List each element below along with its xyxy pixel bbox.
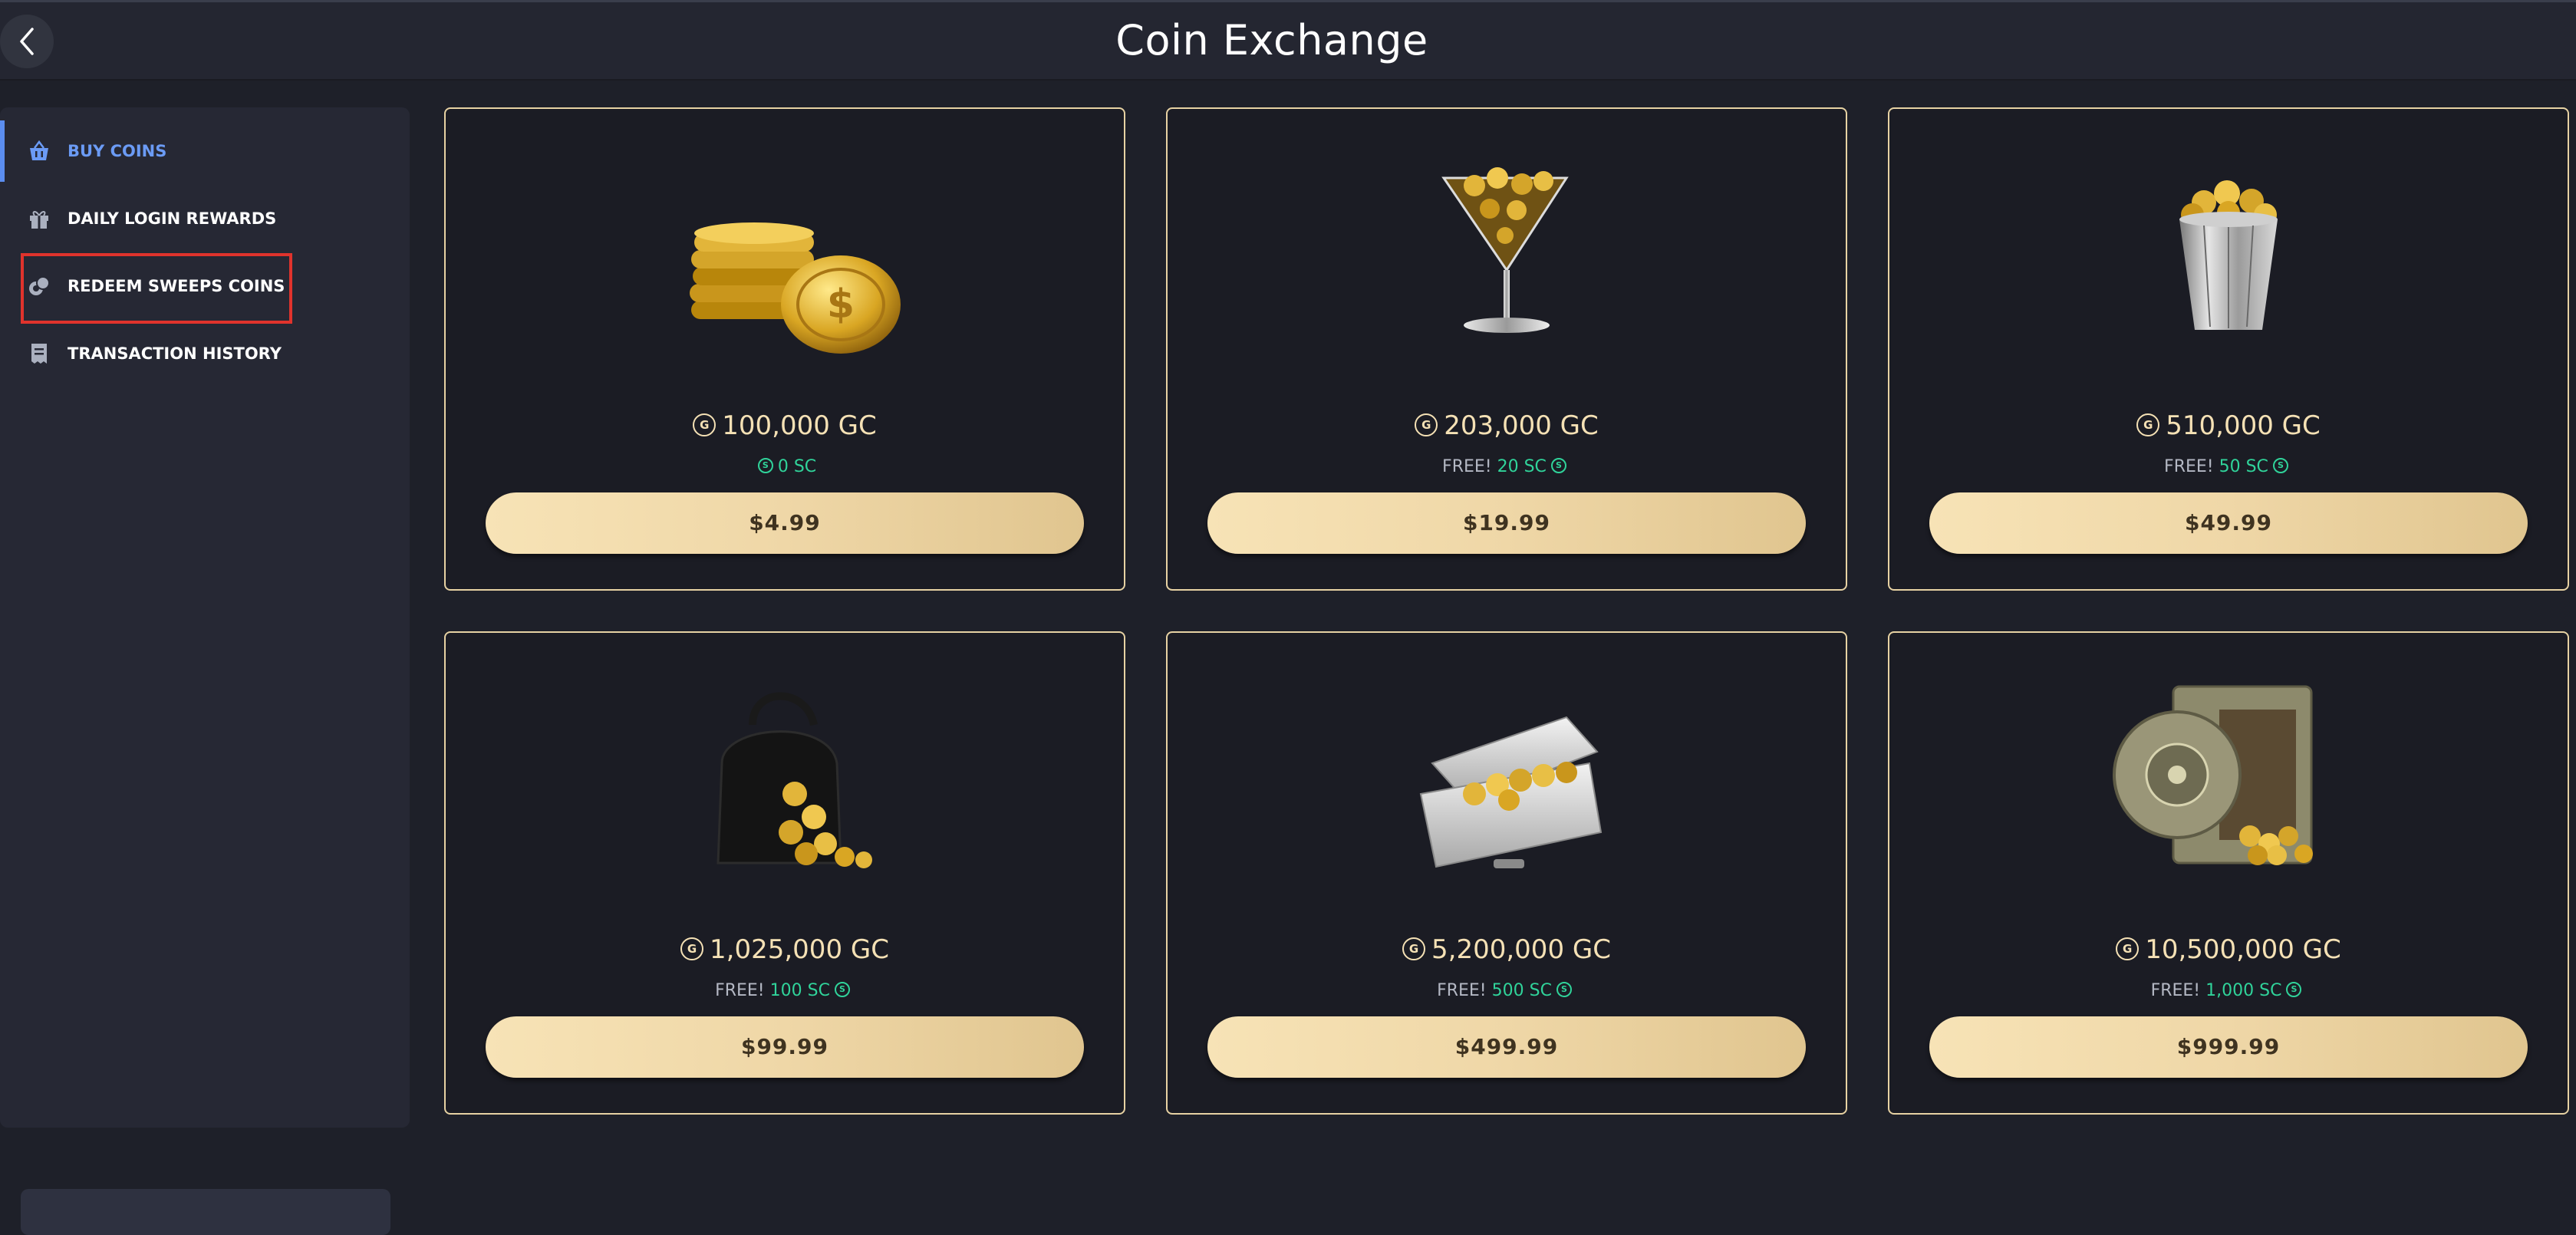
sweeps-coin-icon: S bbox=[1556, 982, 1572, 997]
buy-price-button[interactable]: $19.99 bbox=[1207, 492, 1806, 554]
page-title: Coin Exchange bbox=[1115, 16, 1428, 64]
basket-icon bbox=[30, 140, 48, 160]
sidebar-item-daily-login-rewards[interactable]: DAILY LOGIN REWARDS bbox=[0, 188, 410, 249]
sweeps-bonus-value: 100 SC bbox=[769, 981, 830, 1000]
svg-text:$: $ bbox=[827, 282, 855, 328]
coin-amount-value: 5,200,000 GC bbox=[1431, 934, 1611, 965]
coin-amount-value: 203,000 GC bbox=[1444, 410, 1599, 441]
sweeps-coin-icon: S bbox=[834, 982, 850, 997]
gold-coin-icon: G bbox=[680, 937, 704, 960]
sweeps-bonus-value: 50 SC bbox=[2219, 457, 2268, 476]
sweeps-coin-icon: S bbox=[2272, 458, 2288, 473]
sidebar-item-redeem-sweeps-coins[interactable]: REDEEM SWEEPS COINS bbox=[0, 255, 410, 317]
gift-icon bbox=[30, 211, 48, 229]
buy-price-button[interactable]: $99.99 bbox=[486, 1016, 1084, 1078]
free-label: FREE! bbox=[1437, 981, 1487, 1000]
free-label: FREE! bbox=[2164, 457, 2214, 476]
buy-price-button[interactable]: $499.99 bbox=[1207, 1016, 1806, 1078]
coin-amount: G 203,000 GC bbox=[1168, 410, 1846, 441]
package-card[interactable]: G 10,500,000 GC FREE! 1,000 SC S $999.99 bbox=[1888, 631, 2569, 1115]
gold-coin-icon: G bbox=[1415, 413, 1438, 436]
header-bar: Coin Exchange bbox=[0, 2, 2576, 81]
sweeps-bonus: FREE! 500 SC S bbox=[1168, 981, 1846, 1000]
coin-amount-value: 100,000 GC bbox=[722, 410, 877, 441]
sweeps-bonus-value: 1,000 SC bbox=[2205, 981, 2282, 1000]
sidebar-item-label: DAILY LOGIN REWARDS bbox=[68, 209, 277, 228]
buy-price-button[interactable]: $4.99 bbox=[486, 492, 1084, 554]
sweeps-coin-icon: S bbox=[757, 458, 773, 473]
coin-amount: G 5,200,000 GC bbox=[1168, 934, 1846, 965]
gold-coin-icon: G bbox=[693, 413, 716, 436]
sidebar-footer-panel bbox=[21, 1189, 390, 1235]
package-card[interactable]: $ G 100,000 GC S 0 SC $4.99 bbox=[444, 107, 1125, 591]
sweeps-coin-icon: S bbox=[2286, 982, 2302, 997]
package-card[interactable]: G 1,025,000 GC FREE! 100 SC S $99.99 bbox=[444, 631, 1125, 1115]
package-card[interactable]: G 203,000 GC FREE! 20 SC S $19.99 bbox=[1166, 107, 1847, 591]
sweeps-bonus-value: 0 SC bbox=[777, 457, 817, 476]
sidebar-item-label: BUY COINS bbox=[68, 142, 167, 160]
gold-coin-icon: G bbox=[2136, 413, 2160, 436]
package-card[interactable]: G 5,200,000 GC FREE! 500 SC S $499.99 bbox=[1166, 631, 1847, 1115]
sweeps-bonus: FREE! 20 SC S bbox=[1168, 457, 1846, 476]
coin-amount: G 1,025,000 GC bbox=[446, 934, 1124, 965]
buy-price-button[interactable]: $999.99 bbox=[1929, 1016, 2528, 1078]
sweeps-bonus: FREE! 100 SC S bbox=[446, 981, 1124, 1000]
sidebar-item-buy-coins[interactable]: BUY COINS bbox=[0, 120, 410, 182]
free-label: FREE! bbox=[1442, 457, 1492, 476]
coin-amount: G 10,500,000 GC bbox=[1889, 934, 2568, 965]
coin-amount-value: 510,000 GC bbox=[2166, 410, 2321, 441]
sidebar-item-transaction-history[interactable]: TRANSACTION HISTORY bbox=[0, 323, 410, 384]
coin-amount: G 100,000 GC bbox=[446, 410, 1124, 441]
sweeps-bonus-value: 500 SC bbox=[1491, 981, 1552, 1000]
active-indicator bbox=[0, 120, 5, 182]
coin-amount-value: 10,500,000 GC bbox=[2145, 934, 2341, 965]
free-label: FREE! bbox=[715, 981, 765, 1000]
coin-amount: G 510,000 GC bbox=[1889, 410, 2568, 441]
receipt-icon bbox=[31, 344, 47, 364]
buy-price-button[interactable]: $49.99 bbox=[1929, 492, 2528, 554]
sweeps-bonus: FREE! 1,000 SC S bbox=[1889, 981, 2568, 1000]
sidebar-item-label: TRANSACTION HISTORY bbox=[68, 344, 282, 363]
coins-icon bbox=[29, 276, 50, 295]
sweeps-bonus: S 0 SC bbox=[446, 457, 1124, 476]
gold-coin-icon: G bbox=[2116, 937, 2140, 960]
package-card[interactable]: G 510,000 GC FREE! 50 SC S $49.99 bbox=[1888, 107, 2569, 591]
coin-amount-value: 1,025,000 GC bbox=[710, 934, 889, 965]
sidebar: BUY COINS DAILY LOGIN REWARDS REDEEM SWE… bbox=[0, 107, 410, 1235]
free-label: FREE! bbox=[2150, 981, 2201, 1000]
gold-coin-icon: G bbox=[1402, 937, 1426, 960]
sweeps-coin-icon: S bbox=[1550, 458, 1566, 473]
sweeps-bonus: FREE! 50 SC S bbox=[1889, 457, 2568, 476]
sweeps-bonus-value: 20 SC bbox=[1497, 457, 1547, 476]
sidebar-item-label: REDEEM SWEEPS COINS bbox=[68, 277, 285, 295]
